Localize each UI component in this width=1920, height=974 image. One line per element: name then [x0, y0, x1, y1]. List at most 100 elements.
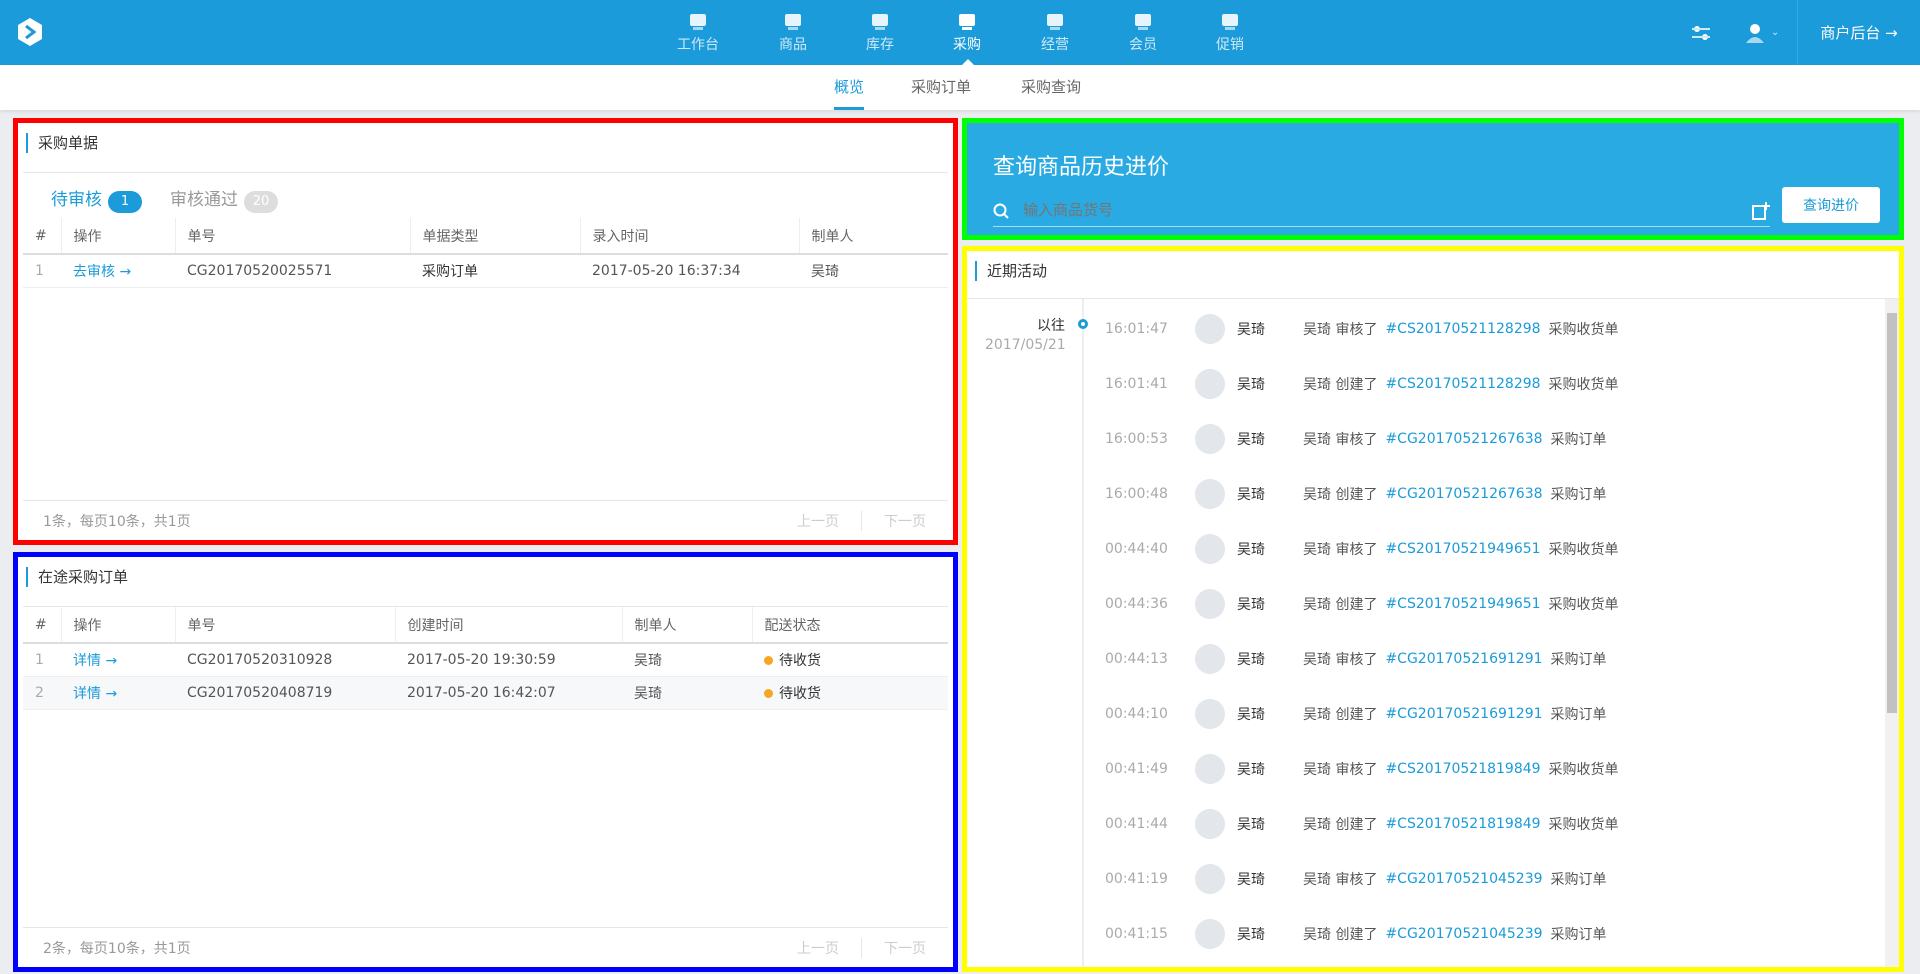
activity-time: 00:44:40	[1105, 540, 1168, 557]
tab-approved[interactable]: 审核通过 20	[170, 185, 278, 213]
nav-label: 工作台	[677, 37, 719, 53]
avatar	[1195, 423, 1225, 454]
scan-add-icon[interactable]	[1752, 201, 1770, 220]
nav-0[interactable]: 工作台	[663, 0, 733, 65]
settings-sliders-icon[interactable]	[1690, 0, 1712, 65]
user-menu[interactable]: ⌄	[1745, 0, 1779, 65]
activity-item: 16:00:48 吴琦 吴琦 创建了 #CG20170521267638 采购订单	[1097, 466, 1607, 521]
activity-user: 吴琦	[1237, 541, 1265, 558]
subtab-overview[interactable]: 概览	[834, 65, 865, 110]
activity-doc-link[interactable]: #CG20170521045239	[1385, 871, 1542, 887]
pagination: 1条，每页10条，共1页 上一页 下一页	[23, 500, 948, 540]
activity-doc-link[interactable]: #CG20170521691291	[1385, 651, 1542, 667]
avatar	[1195, 808, 1225, 839]
nav-6[interactable]: 促销	[1195, 0, 1265, 65]
col-header: 配送状态	[751, 607, 948, 644]
col-header: #	[23, 218, 61, 255]
activity-action: 吴琦 审核了	[1303, 871, 1378, 888]
activity-item: 00:44:40 吴琦 吴琦 审核了 #CS20170521949651 采购收货单	[1097, 521, 1619, 576]
activity-time: 00:41:19	[1105, 870, 1168, 887]
tab-pending-review[interactable]: 待审核 1	[51, 185, 142, 213]
activity-doc-link[interactable]: #CG20170521691291	[1385, 706, 1542, 722]
details-link[interactable]: 详情 →	[73, 686, 117, 702]
activity-doc-link[interactable]: #CS20170521949651	[1385, 541, 1540, 557]
status-text: 待收货	[779, 652, 821, 669]
nav-1[interactable]: 商品	[758, 0, 828, 65]
activity-doc-link[interactable]: #CG20170521045239	[1385, 926, 1542, 942]
activity-doc-type: 采购订单	[1550, 706, 1607, 723]
table-row: 1 详情 → CG20170520310928 2017-05-20 19:30:59…	[23, 643, 948, 677]
activity-doc-type: 采购收货单	[1548, 321, 1619, 338]
activity-action: 吴琦 创建了	[1303, 486, 1378, 503]
chevron-down-icon: ⌄	[1771, 27, 1780, 38]
activity-user: 吴琦	[1237, 486, 1265, 503]
activity-user: 吴琦	[1237, 871, 1265, 888]
activity-doc-link[interactable]: #CS20170521128298	[1385, 321, 1540, 337]
nav-2[interactable]: 库存	[845, 0, 915, 65]
activity-doc-link[interactable]: #CS20170521819849	[1385, 761, 1540, 777]
subtab-purchase-query[interactable]: 采购查询	[1021, 65, 1081, 110]
nav-5[interactable]: 会员	[1108, 0, 1178, 65]
sku-input[interactable]	[1023, 202, 1723, 219]
nav-label: 库存	[866, 37, 894, 53]
nav-label: 采购	[953, 37, 981, 53]
activity-action: 吴琦 审核了	[1303, 431, 1378, 448]
logo-icon[interactable]	[16, 17, 44, 47]
coupon-icon	[1222, 14, 1238, 30]
panel-title: 近期活动	[975, 261, 1047, 281]
col-header: #	[23, 607, 61, 644]
activity-action: 吴琦 审核了	[1303, 761, 1378, 778]
count-badge: 1	[108, 191, 142, 213]
scrollbar[interactable]	[1885, 299, 1899, 967]
nav-label: 促销	[1216, 37, 1244, 53]
activity-time: 16:01:41	[1105, 375, 1168, 392]
nav-3[interactable]: 采购	[932, 0, 1002, 65]
activity-time: 16:00:48	[1105, 485, 1168, 502]
details-link[interactable]: 详情 →	[73, 653, 117, 669]
activity-doc-link[interactable]: #CS20170521819849	[1385, 816, 1540, 832]
activity-doc-link[interactable]: #CG20170521267638	[1385, 486, 1542, 502]
nav-4[interactable]: 经营	[1020, 0, 1090, 65]
activity-user: 吴琦	[1237, 376, 1265, 393]
activity-user: 吴琦	[1237, 321, 1265, 338]
crown-icon	[1135, 14, 1151, 30]
activity-doc-link[interactable]: #CS20170521128298	[1385, 376, 1540, 392]
activity-time: 16:01:47	[1105, 320, 1168, 337]
next-page-button[interactable]: 下一页	[861, 937, 948, 958]
prev-page-button[interactable]: 上一页	[775, 938, 861, 958]
activity-user: 吴琦	[1237, 816, 1265, 833]
price-query-title: 查询商品历史进价	[993, 155, 1170, 180]
activity-action: 吴琦 审核了	[1303, 321, 1378, 338]
activity-action: 吴琦 创建了	[1303, 816, 1378, 833]
avatar	[1195, 478, 1225, 509]
activity-doc-link[interactable]: #CS20170521949651	[1385, 596, 1540, 612]
avatar	[1195, 588, 1225, 619]
status-cell: 待收货	[752, 676, 948, 710]
activity-time: 00:41:49	[1105, 760, 1168, 777]
prev-page-button[interactable]: 上一页	[775, 511, 861, 531]
activity-doc-type: 采购收货单	[1548, 541, 1619, 558]
timeline-dot-icon	[1078, 319, 1088, 329]
subtab-purchase-orders[interactable]: 采购订单	[911, 65, 971, 110]
go-review-link[interactable]: 去审核 →	[73, 264, 131, 280]
activity-item: 00:41:49 吴琦 吴琦 审核了 #CS20170521819849 采购收货单	[1097, 741, 1619, 796]
purchase-docs-table: # 操作 单号 单据类型 录入时间 制单人 1 去审核 → CG20170520025571 采…	[23, 218, 948, 288]
query-price-button[interactable]: 查询进价	[1782, 187, 1880, 223]
activity-doc-link[interactable]: #CG20170521267638	[1385, 431, 1542, 447]
nav-label: 商品	[779, 37, 807, 53]
scrollbar-thumb[interactable]	[1887, 313, 1897, 713]
avatar	[1195, 643, 1225, 674]
cell: CG20170520025571	[175, 254, 410, 288]
activity-time: 00:41:44	[1105, 815, 1168, 832]
sku-search-field[interactable]	[993, 195, 1770, 227]
activity-action: 吴琦 创建了	[1303, 926, 1378, 943]
col-header: 制单人	[798, 218, 948, 255]
next-page-button[interactable]: 下一页	[861, 510, 948, 531]
activity-doc-type: 采购订单	[1550, 871, 1607, 888]
merchant-backend-link[interactable]: 商户后台 →	[1797, 0, 1920, 65]
warehouse-icon	[872, 14, 888, 30]
cell: 吴琦	[622, 676, 752, 710]
pagination: 2条，每页10条，共1页 上一页 下一页	[23, 927, 948, 967]
cell: 1	[23, 254, 61, 288]
activity-item: 00:41:19 吴琦 吴琦 审核了 #CG20170521045239 采购订单	[1097, 851, 1607, 906]
